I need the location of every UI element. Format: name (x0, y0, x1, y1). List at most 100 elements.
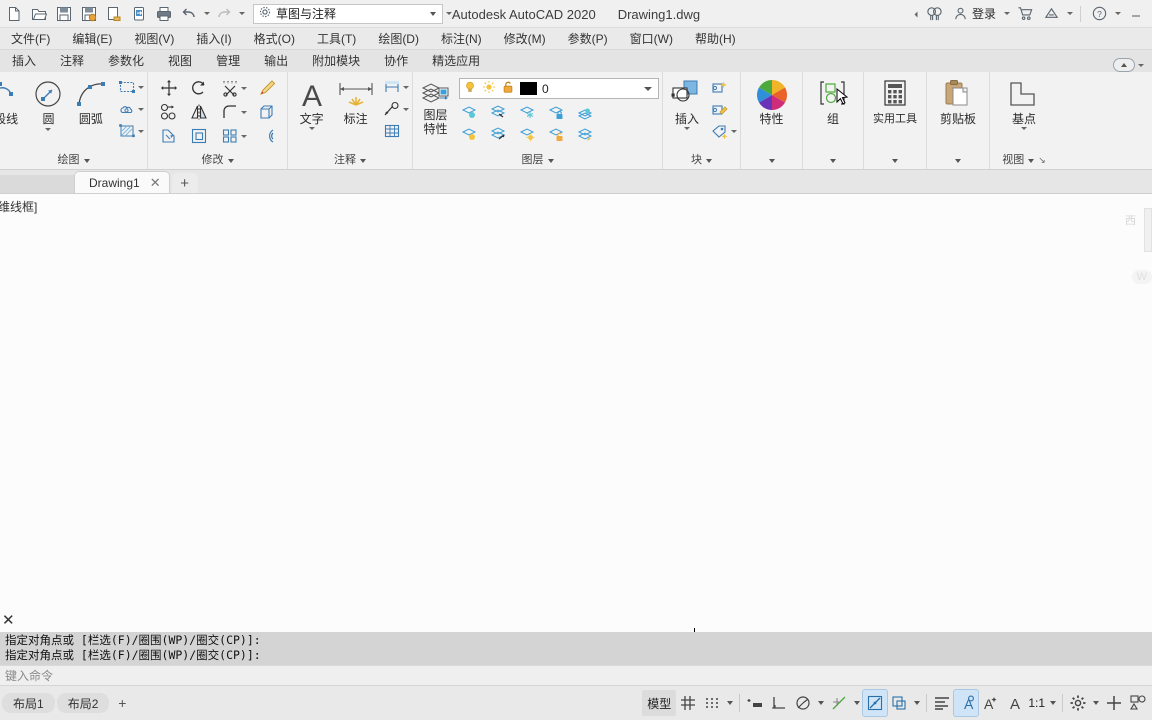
utilities-button[interactable]: 实用工具 (867, 76, 923, 126)
close-icon[interactable]: ✕ (150, 175, 161, 191)
menu-tools[interactable]: 工具(T) (306, 28, 367, 50)
minimize-button[interactable] (1124, 2, 1148, 26)
layer-turn-on-button[interactable] (488, 123, 510, 145)
menu-window[interactable]: 窗口(W) (619, 28, 684, 50)
layer-isolate-button[interactable] (459, 101, 481, 123)
add-layout-button[interactable]: + (111, 693, 133, 713)
ucs-indicator[interactable]: W (1131, 270, 1152, 284)
panel-layers-title[interactable]: 图层 (413, 152, 662, 169)
menu-help[interactable]: 帮助(H) (684, 28, 747, 50)
hatch-button[interactable] (116, 120, 138, 142)
layout-tab-1[interactable]: 布局1 (2, 693, 55, 713)
unlock-icon[interactable] (501, 80, 515, 97)
panel-view-title[interactable]: 视图 ↘ (990, 152, 1058, 169)
chevron-down-icon[interactable] (360, 158, 366, 163)
layer-freeze-button[interactable] (517, 101, 539, 123)
print-icon[interactable] (152, 2, 176, 26)
dimension-button[interactable]: 标注 (332, 76, 379, 126)
chevron-down-icon[interactable] (892, 158, 898, 163)
dynamic-ucs-button[interactable] (767, 690, 791, 716)
chevron-down-icon[interactable] (83, 158, 90, 163)
menu-edit[interactable]: 编辑(E) (61, 28, 123, 50)
workspace-selector[interactable]: 草图与注释 (253, 3, 443, 24)
circle-dropdown-icon[interactable] (45, 128, 52, 131)
rectangle-button[interactable] (116, 76, 138, 98)
workspace-dropdown-icon[interactable] (1093, 701, 1099, 705)
panel-expand-icon[interactable]: ↘ (1038, 152, 1046, 169)
grid-display-button[interactable] (676, 690, 700, 716)
tab-manage[interactable]: 管理 (204, 50, 252, 72)
tab-output[interactable]: 输出 (252, 50, 300, 72)
panel-modify-title[interactable]: 修改 (148, 152, 287, 169)
lineweight-button[interactable] (887, 690, 911, 716)
base-point-dropdown-icon[interactable] (1021, 127, 1027, 130)
lineweight-dropdown-icon[interactable] (914, 701, 921, 705)
leader-dropdown-icon[interactable] (403, 107, 409, 111)
create-block-button[interactable] (709, 76, 731, 98)
autodesk-logo-icon[interactable] (1039, 2, 1063, 26)
fillet-dropdown-icon[interactable] (240, 110, 247, 114)
store-cart-icon[interactable] (1013, 2, 1037, 26)
osnap-dropdown-icon[interactable] (854, 701, 861, 705)
chevron-down-icon[interactable] (1028, 158, 1035, 163)
layer-properties-button[interactable]: 图层 特性 (416, 78, 455, 136)
layer-make-current-button[interactable] (575, 101, 597, 123)
text-button[interactable]: A 文字 (291, 76, 332, 130)
transparency-button[interactable] (930, 690, 954, 716)
sign-in-button[interactable]: 登录 (949, 3, 1000, 25)
search-collapse-icon[interactable] (905, 9, 927, 18)
layer-lock-button[interactable] (546, 101, 568, 123)
help-icon[interactable]: ? (1087, 2, 1111, 26)
chevron-down-icon[interactable] (830, 158, 836, 163)
panel-annotation-title[interactable]: 注释 (288, 152, 412, 169)
menu-parametric[interactable]: 参数(P) (557, 28, 619, 50)
define-attribute-button[interactable] (709, 120, 731, 142)
offset-button[interactable] (256, 125, 278, 147)
edit-block-button[interactable] (709, 98, 731, 120)
chevron-down-icon[interactable] (426, 12, 440, 16)
arc-button[interactable]: 圆弧 (70, 76, 112, 126)
object-snap-tracking-button[interactable] (862, 689, 889, 717)
chevron-down-icon[interactable] (706, 158, 712, 163)
tab-featured-apps[interactable]: 精选应用 (420, 50, 492, 72)
redo-icon[interactable] (212, 2, 236, 26)
start-tab[interactable] (0, 175, 80, 193)
leader-button[interactable] (381, 98, 403, 120)
extrude-button[interactable] (256, 101, 278, 123)
circle-button[interactable]: 圆 (27, 76, 69, 131)
viewcube[interactable]: 西 (1125, 212, 1136, 228)
base-point-button[interactable]: 基点 (995, 76, 1053, 130)
table-button[interactable] (381, 120, 403, 142)
snap-dropdown-icon[interactable] (727, 701, 734, 705)
rectangle-dropdown-icon[interactable] (137, 85, 144, 89)
qat-customize-icon[interactable] (444, 3, 453, 25)
annotation-scale-value[interactable]: 1:1 (1026, 696, 1047, 710)
layer-unlock-button[interactable] (546, 123, 568, 145)
menu-modify[interactable]: 修改(M) (493, 28, 557, 50)
layer-match-button[interactable] (575, 123, 597, 145)
new-document-button[interactable]: + (171, 173, 198, 193)
menu-dimension[interactable]: 标注(N) (430, 28, 493, 50)
erase-button[interactable] (256, 77, 278, 99)
revision-cloud-button[interactable] (116, 98, 138, 120)
dim-linear-button[interactable] (381, 76, 403, 98)
revcloud-dropdown-icon[interactable] (137, 107, 144, 111)
text-dropdown-icon[interactable] (308, 127, 315, 130)
insert-block-button[interactable]: 插入 (666, 76, 708, 130)
save-icon[interactable] (52, 2, 76, 26)
layer-combo[interactable]: 0 (459, 78, 659, 99)
signin-dropdown-icon[interactable] (1002, 3, 1011, 25)
polar-tracking-button[interactable] (791, 690, 815, 716)
menu-insert[interactable]: 插入(I) (185, 28, 242, 50)
panel-draw-title[interactable]: 绘图 (0, 152, 147, 169)
copy-button[interactable] (158, 101, 180, 123)
chevron-down-icon[interactable] (227, 158, 234, 163)
dim-linear-dropdown-icon[interactable] (403, 85, 409, 89)
chevron-down-icon[interactable] (955, 158, 961, 163)
mirror-button[interactable] (188, 101, 210, 123)
ribbon-minimize-dropdown-icon[interactable] (1138, 63, 1144, 67)
document-tab-drawing1[interactable]: Drawing1 ✕ (74, 171, 170, 193)
trim-dropdown-icon[interactable] (240, 86, 247, 90)
clipboard-button[interactable]: 剪贴板 (930, 76, 986, 126)
tab-parametric[interactable]: 参数化 (96, 50, 156, 72)
